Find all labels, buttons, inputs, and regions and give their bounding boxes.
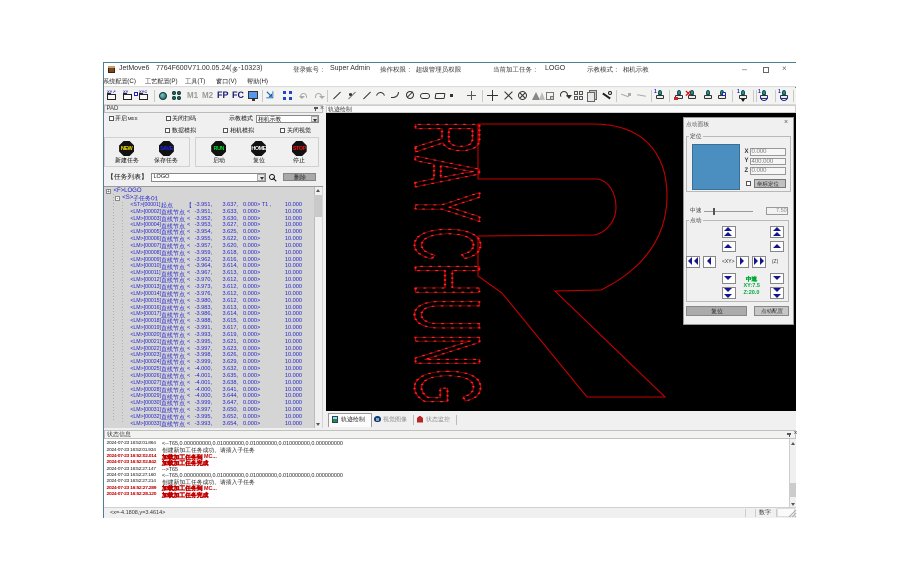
svg-text:U: U [395, 298, 500, 332]
svg-text:C: C [395, 227, 500, 261]
svg-text:N: N [395, 334, 500, 368]
svg-text:R: R [395, 121, 500, 155]
svg-text:G: G [395, 369, 500, 405]
svg-text:Y: Y [395, 192, 500, 223]
svg-text:A: A [395, 156, 500, 187]
svg-text:H: H [395, 263, 500, 297]
